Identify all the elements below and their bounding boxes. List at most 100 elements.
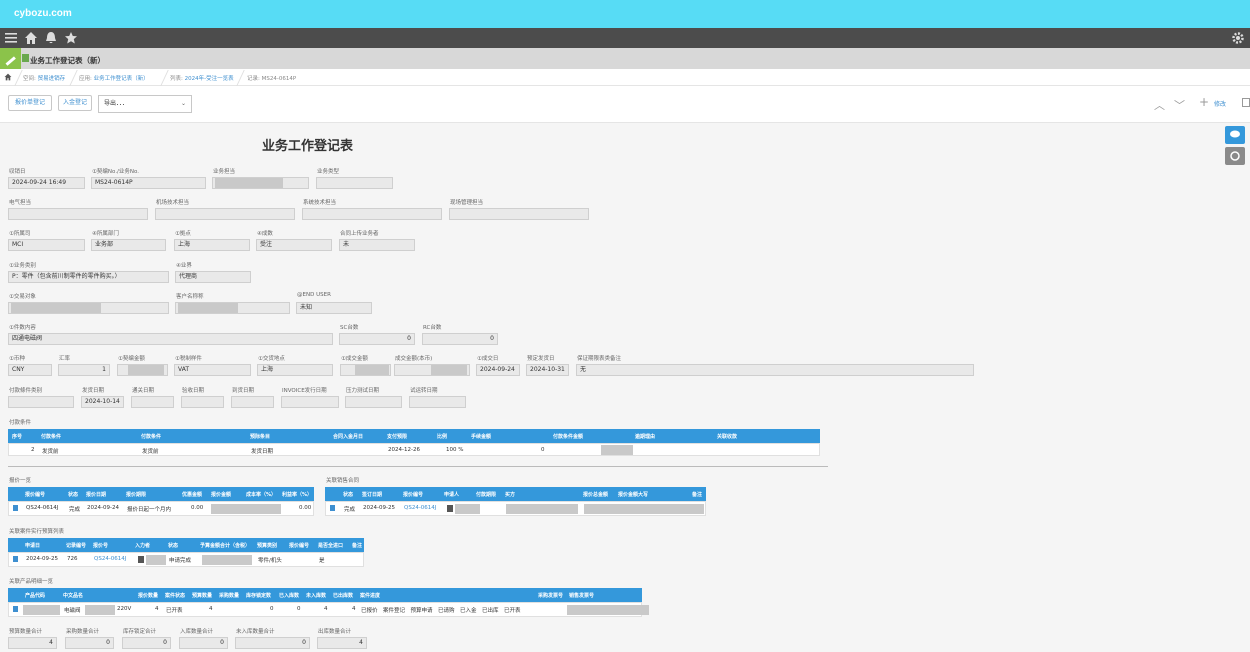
pay-type-label: 付款條件类别: [9, 388, 43, 394]
company-field: MCI: [8, 239, 85, 251]
warranty-field: 无: [576, 364, 974, 376]
table-row: 2 发货前 发货前 发货日期 2024-12-26 100 % 0: [8, 443, 820, 456]
bell-icon[interactable]: [44, 31, 58, 45]
deal-label: ①成交金额: [341, 356, 368, 362]
enduser-label: @END USER: [297, 292, 331, 298]
budget-table-title: 关联案件实行预算列表: [9, 529, 65, 535]
add-record-icon[interactable]: +: [1199, 95, 1209, 109]
gear-icon[interactable]: [1231, 31, 1245, 45]
plan-label: 预定发货日: [527, 356, 555, 362]
base-field: 上海: [174, 239, 250, 251]
ship-field: 2024-10-14: [81, 396, 124, 408]
deal-field: [340, 364, 391, 376]
plan-field: 2024-10-31: [526, 364, 569, 376]
breadcrumb-record: 记录: MS24-0614P: [247, 76, 297, 82]
redacted-mask: [567, 605, 649, 615]
rate-field: 1: [58, 364, 110, 376]
quote-register-button[interactable]: 报价单登记: [8, 95, 52, 111]
staff-field: [212, 177, 309, 189]
redacted-mask: [11, 303, 101, 313]
nav-bar: [0, 28, 1250, 48]
type-field: [316, 177, 393, 189]
elec-label: 电气担当: [9, 200, 32, 206]
redacted-mask: [128, 365, 164, 375]
next-record-icon[interactable]: ﹀: [1174, 97, 1185, 113]
home-icon[interactable]: [24, 31, 38, 45]
stage-field: 受注: [256, 239, 332, 251]
breadcrumb-list[interactable]: 列表: 2024年-受注一览表: [170, 74, 234, 82]
rc-label: RC台数: [423, 325, 442, 331]
mech-field: [155, 208, 295, 220]
elec-field: [8, 208, 148, 220]
total-notin-label: 未入库数量合计: [236, 629, 275, 635]
table-row[interactable]: QS24-0614J 完成 2024-09-24 报价日起一个月内 0.00 0…: [8, 501, 314, 516]
date-field: 2024-09-24 16:49: [8, 177, 85, 189]
industry-field: 代理商: [175, 271, 251, 283]
export-select[interactable]: 导出．．． ⌄: [98, 95, 192, 113]
breadcrumb-home-icon[interactable]: [4, 73, 12, 81]
quote-table-header: 报价编号 状态 报价日期 报价期限 优惠金额 报价金额 成本率（%） 利益率（%…: [8, 487, 314, 501]
amount-field: [117, 364, 168, 376]
rc-field: 0: [422, 333, 498, 345]
pencil-icon[interactable]: [1242, 98, 1250, 107]
sys-label: 系统技术担当: [303, 200, 337, 206]
currency-field: CNY: [8, 364, 52, 376]
product-table-title: 关联产品明细一览: [9, 579, 54, 585]
quote-table-title: 报价一览: [9, 478, 32, 484]
content-label: ①件数内容: [9, 325, 36, 331]
invoice-label: INVOICE发行日期: [282, 388, 327, 394]
history-button[interactable]: [1225, 147, 1245, 165]
prev-record-icon[interactable]: ︿: [1154, 97, 1165, 113]
redacted-mask: [202, 555, 252, 565]
trial-field: [409, 396, 466, 408]
deal-date-label: ①成交日: [477, 356, 499, 362]
table-row[interactable]: 电磁阀 220V 4 已开表 4 0 0 4 4 已报价 案件登记 预算申请 已…: [8, 602, 649, 617]
sys-field: [302, 208, 442, 220]
app-mini-icon: [22, 54, 29, 62]
arrive-field: [231, 396, 274, 408]
comment-button[interactable]: [1225, 126, 1245, 144]
partner-field: [8, 302, 169, 314]
total-purchase-field: 0: [65, 637, 114, 649]
table-row[interactable]: 2024-09-25 726 QS24-0614J 申请完成 零件/机头 是: [8, 552, 364, 567]
brand-logo[interactable]: cybozu.com: [14, 8, 72, 19]
rate-label: 汇率: [59, 356, 71, 362]
deal-date-field: 2024-09-24: [476, 364, 520, 376]
app-icon: [0, 48, 21, 69]
stage-label: ④成数: [257, 231, 273, 237]
total-lock-field: 0: [122, 637, 171, 649]
dept-field: 业务部: [91, 239, 166, 251]
table-row[interactable]: 完成 2024-09-25 QS24-0614J: [325, 501, 706, 516]
document-icon[interactable]: [13, 556, 18, 562]
redacted-mask: [601, 445, 633, 455]
menu-icon[interactable]: [4, 31, 18, 45]
contract-field: 未: [339, 239, 415, 251]
total-out-label: 出库数量合计: [318, 629, 352, 635]
total-budget-label: 预算数量合计: [9, 629, 43, 635]
receive-field: [181, 396, 224, 408]
breadcrumb-app[interactable]: 应用: 业务工作登记表（新）: [79, 74, 149, 82]
redacted-mask: [23, 605, 60, 615]
breadcrumb-space[interactable]: 空间: 贸易进销存: [23, 74, 65, 82]
total-purchase-label: 采购数量合计: [66, 629, 100, 635]
receive-label: 验收日期: [182, 388, 205, 394]
product-table-header: 产品代码 中文品名 报价数量 案件状态 预算数量 采购数量 库存锁定数 已入库数…: [8, 588, 642, 602]
currency-label: ①币种: [9, 356, 25, 362]
star-icon[interactable]: [64, 31, 78, 45]
payment-register-button[interactable]: 入金登记: [58, 95, 92, 111]
pressure-field: [345, 396, 402, 408]
warranty-label: 保证期限表类备注: [577, 356, 622, 362]
document-icon[interactable]: [13, 505, 18, 511]
edit-link[interactable]: 修改: [1214, 99, 1226, 108]
industry-label: ④业界: [176, 263, 192, 269]
pressure-label: 压力测试日期: [346, 388, 380, 394]
mech-label: 机场技术担当: [156, 200, 190, 206]
document-icon[interactable]: [330, 505, 335, 511]
document-icon[interactable]: [13, 606, 18, 612]
app-bar: [0, 48, 1250, 69]
redacted-mask: [431, 365, 467, 375]
date-label: 収销日: [9, 169, 26, 175]
enduser-field: 未知: [296, 302, 372, 314]
amount-label: ①契编金额: [118, 356, 145, 362]
place-field: 上海: [257, 364, 333, 376]
